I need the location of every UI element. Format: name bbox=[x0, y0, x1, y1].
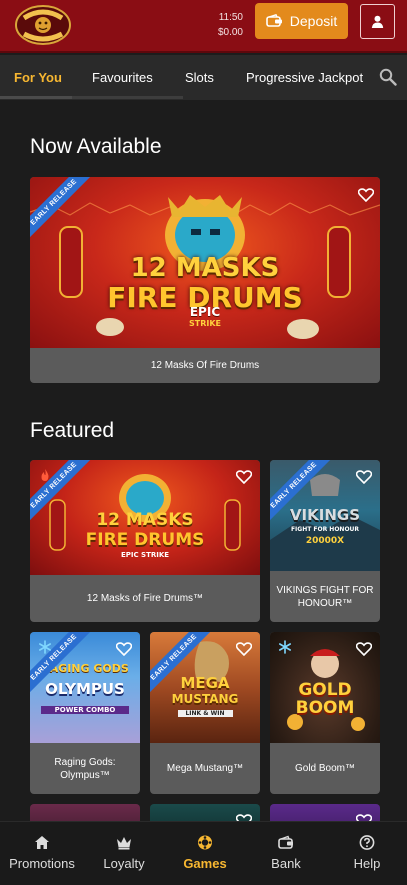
nav-games[interactable]: Games bbox=[165, 822, 245, 885]
nav-help[interactable]: Help bbox=[327, 822, 407, 885]
clock-text: 11:50 bbox=[218, 12, 243, 23]
card-caption: Mega Mustang™ bbox=[166, 763, 244, 774]
account-button[interactable] bbox=[360, 4, 395, 39]
nav-loyalty[interactable]: Loyalty bbox=[84, 822, 164, 885]
nav-label: Games bbox=[183, 856, 227, 871]
deposit-label: Deposit bbox=[289, 13, 338, 29]
art-title-line2: MUSTANG bbox=[171, 692, 239, 706]
art-title-line2: BOOM bbox=[295, 698, 355, 718]
now-available-heading: Now Available bbox=[30, 135, 162, 158]
card-caption: 12 Masks Of Fire Drums bbox=[150, 360, 260, 371]
game-art: RAGING GODS OLYMPUS POWER COMBO EARLY RE… bbox=[30, 632, 140, 743]
nav-promotions[interactable]: Promotions bbox=[2, 822, 82, 885]
favourite-heart-icon[interactable] bbox=[236, 642, 252, 656]
art-title-line3: LINK & WIN bbox=[177, 710, 233, 717]
favourite-heart-icon[interactable] bbox=[236, 470, 252, 484]
game-art: MEGA MUSTANG LINK & WIN EARLY RELEASE bbox=[150, 632, 260, 743]
featured-card-mega-mustang[interactable]: MEGA MUSTANG LINK & WIN EARLY RELEASE Me… bbox=[150, 632, 260, 794]
nav-bank[interactable]: Bank bbox=[246, 822, 326, 885]
art-title-line2: FIRE DRUMS bbox=[85, 530, 205, 550]
games-chip-icon bbox=[198, 835, 212, 850]
card-caption: 12 Masks of Fire Drums™ bbox=[86, 593, 204, 604]
crown-icon bbox=[117, 837, 131, 850]
golden-tiger-logo[interactable] bbox=[14, 4, 72, 46]
tab-slots[interactable]: Slots bbox=[185, 70, 214, 85]
tab-for-you[interactable]: For You bbox=[14, 70, 62, 85]
art-title-line1: 12 MASKS bbox=[96, 510, 194, 530]
card-caption: Raging Gods: Olympus™ bbox=[54, 756, 116, 781]
card-caption: VIKINGS FIGHT FOR HONOUR™ bbox=[276, 584, 374, 609]
art-title-line3: POWER COMBO bbox=[41, 706, 129, 714]
bottom-navigation: Promotions Loyalty Games Bank Help bbox=[0, 821, 407, 885]
nav-label: Promotions bbox=[9, 856, 75, 871]
nav-label: Bank bbox=[271, 856, 301, 871]
art-title-line3: EPIC STRIKE bbox=[120, 551, 170, 559]
favourite-heart-icon[interactable] bbox=[116, 642, 132, 656]
art-title-line1: GOLD bbox=[298, 680, 352, 700]
wallet-icon bbox=[265, 14, 282, 27]
favourite-heart-icon[interactable] bbox=[356, 470, 372, 484]
featured-card-gold-boom[interactable]: GOLD BOOM Gold Boom™ bbox=[270, 632, 380, 794]
art-title-line3: 20000X bbox=[305, 536, 345, 546]
casino-app: 11:50 $0.00 Deposit For You Favourites S… bbox=[0, 0, 407, 885]
featured-card-vikings[interactable]: VIKINGS FIGHT FOR HONOUR 20000X EARLY RE… bbox=[270, 460, 380, 622]
wallet-icon bbox=[278, 835, 293, 849]
art-title-line1: VIKINGS bbox=[289, 506, 361, 524]
game-art: GOLD BOOM bbox=[270, 632, 380, 743]
tab-progressive-jackpot[interactable]: Progressive Jackpot bbox=[246, 70, 363, 85]
favourite-heart-icon[interactable] bbox=[356, 642, 372, 656]
snowflake-icon bbox=[38, 640, 51, 654]
balance-text: $0.00 bbox=[217, 27, 243, 38]
help-icon bbox=[359, 835, 375, 850]
home-icon bbox=[35, 836, 49, 849]
art-title-line2: OLYMPUS bbox=[45, 680, 125, 698]
card-caption: Gold Boom™ bbox=[294, 763, 356, 774]
category-tabs: For You Favourites Slots Progressive Jac… bbox=[0, 55, 407, 100]
flame-icon bbox=[41, 469, 49, 481]
deposit-button[interactable]: Deposit bbox=[255, 3, 348, 39]
favourite-heart-icon[interactable] bbox=[358, 188, 374, 202]
art-title-line1: 12 MASKS bbox=[130, 253, 280, 283]
game-art: VIKINGS FIGHT FOR HONOUR 20000X EARLY RE… bbox=[270, 460, 380, 571]
nav-label: Loyalty bbox=[103, 856, 145, 871]
now-available-card[interactable]: 12 MASKS FIRE DRUMS EPIC STRIKE EARLY RE… bbox=[30, 177, 380, 383]
tab-favourites[interactable]: Favourites bbox=[92, 70, 153, 85]
snowflake-icon bbox=[278, 640, 291, 654]
game-art: 12 MASKS FIRE DRUMS EPIC STRIKE EARLY RE… bbox=[30, 460, 260, 575]
art-title-line1: MEGA bbox=[180, 674, 230, 692]
art-title-line2: FIGHT FOR HONOUR bbox=[290, 526, 360, 533]
nav-label: Help bbox=[353, 856, 381, 871]
top-header: 11:50 $0.00 Deposit bbox=[0, 0, 407, 53]
user-icon bbox=[371, 15, 384, 28]
balance-display: 11:50 $0.00 bbox=[205, 10, 243, 40]
art-title-line4: STRIKE bbox=[188, 319, 222, 328]
tab-active-indicator bbox=[0, 96, 72, 99]
featured-card-fire-drums[interactable]: 12 MASKS FIRE DRUMS EPIC STRIKE EARLY RE… bbox=[30, 460, 260, 622]
featured-card-raging-gods[interactable]: RAGING GODS OLYMPUS POWER COMBO EARLY RE… bbox=[30, 632, 140, 794]
art-title-line3: EPIC bbox=[189, 305, 221, 319]
game-art: 12 MASKS FIRE DRUMS EPIC STRIKE EARLY RE… bbox=[30, 177, 380, 348]
featured-heading: Featured bbox=[30, 419, 115, 442]
search-icon[interactable] bbox=[379, 68, 397, 86]
